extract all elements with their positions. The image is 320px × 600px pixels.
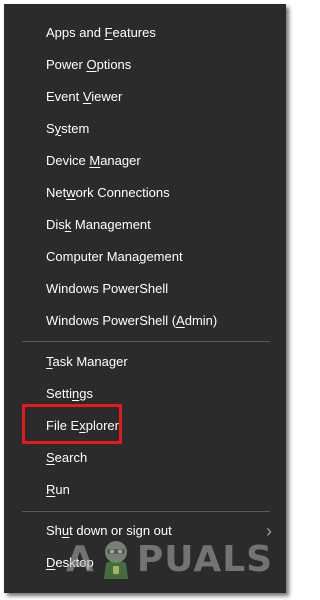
- menu-item-windows-powershell[interactable]: Windows PowerShell: [4, 273, 286, 305]
- menu-item-windows-powershell-admin[interactable]: Windows PowerShell (Admin): [4, 305, 286, 337]
- menu-item-label-rest: un: [55, 482, 70, 497]
- menu-item-system[interactable]: System: [4, 113, 286, 145]
- menu-item-label-rest: iewer: [91, 89, 123, 104]
- menu-item-label-rest: gs: [79, 386, 93, 401]
- access-key: D: [46, 555, 56, 570]
- menu-item-label-rest: stem: [61, 121, 90, 136]
- menu-item-label-rest: esktop: [55, 555, 94, 570]
- menu-item-label: Windows PowerShell: [46, 281, 169, 296]
- menu-item-label: Event: [46, 89, 83, 104]
- menu-item-computer-management[interactable]: Computer Management: [4, 241, 286, 273]
- menu-item-label-rest: Management: [71, 217, 151, 232]
- menu-item-shut-down-or-sign-out[interactable]: Shut down or sign out ›: [4, 515, 286, 547]
- menu-item-label: Sh: [46, 523, 62, 538]
- menu-item-label: Computer Mana: [46, 249, 140, 264]
- menu-item-desktop[interactable]: Desktop: [4, 547, 286, 579]
- menu-item-label-rest: ork Connections: [75, 185, 170, 200]
- access-key: w: [66, 185, 76, 200]
- menu-item-task-manager[interactable]: Task Manager: [4, 346, 286, 378]
- menu-item-label-rest: dmin): [184, 313, 218, 328]
- menu-item-label: Power: [46, 57, 87, 72]
- menu-item-settings[interactable]: Settings: [4, 378, 286, 410]
- menu-item-label-rest: ask Manager: [52, 354, 128, 369]
- menu-item-label: S: [46, 121, 55, 136]
- access-key: O: [86, 57, 97, 72]
- access-key: A: [176, 313, 185, 328]
- menu-item-label: File E: [46, 418, 80, 433]
- screenshot-frame: Apps and Features Power Options Event Vi…: [0, 0, 294, 600]
- access-key: R: [46, 482, 56, 497]
- access-key: M: [89, 153, 101, 168]
- menu-item-label: Windows PowerShell (: [46, 313, 177, 328]
- menu-item-label-rest: eatures: [112, 25, 156, 40]
- access-key: S: [46, 450, 55, 465]
- menu-item-label: Net: [46, 185, 67, 200]
- chevron-right-icon: ›: [266, 521, 272, 541]
- menu-item-label-rest: ement: [146, 249, 183, 264]
- menu-item-network-connections[interactable]: Network Connections: [4, 177, 286, 209]
- menu-item-label: Apps and: [46, 25, 105, 40]
- menu-item-device-manager[interactable]: Device Manager: [4, 145, 286, 177]
- access-key: F: [104, 25, 113, 40]
- menu-item-label-rest: ptions: [96, 57, 132, 72]
- menu-separator: [22, 511, 270, 512]
- menu-item-label-rest: earch: [54, 450, 88, 465]
- menu-item-label: Device: [46, 153, 90, 168]
- menu-item-apps-and-features[interactable]: Apps and Features: [4, 17, 286, 49]
- menu-item-disk-management[interactable]: Disk Management: [4, 209, 286, 241]
- menu-item-label-rest: anager: [100, 153, 141, 168]
- winx-power-user-menu: Apps and Features Power Options Event Vi…: [4, 4, 286, 593]
- menu-item-search[interactable]: Search: [4, 442, 286, 474]
- menu-item-label-rest: t down or sign out: [69, 523, 172, 538]
- menu-item-label: Setti: [46, 386, 73, 401]
- menu-item-event-viewer[interactable]: Event Viewer: [4, 81, 286, 113]
- menu-item-label: Dis: [46, 217, 65, 232]
- menu-item-power-options[interactable]: Power Options: [4, 49, 286, 81]
- menu-item-run[interactable]: Run: [4, 474, 286, 506]
- menu-item-file-explorer[interactable]: File Explorer: [4, 410, 286, 442]
- menu-item-label-rest: plorer: [85, 418, 119, 433]
- menu-separator: [22, 341, 270, 342]
